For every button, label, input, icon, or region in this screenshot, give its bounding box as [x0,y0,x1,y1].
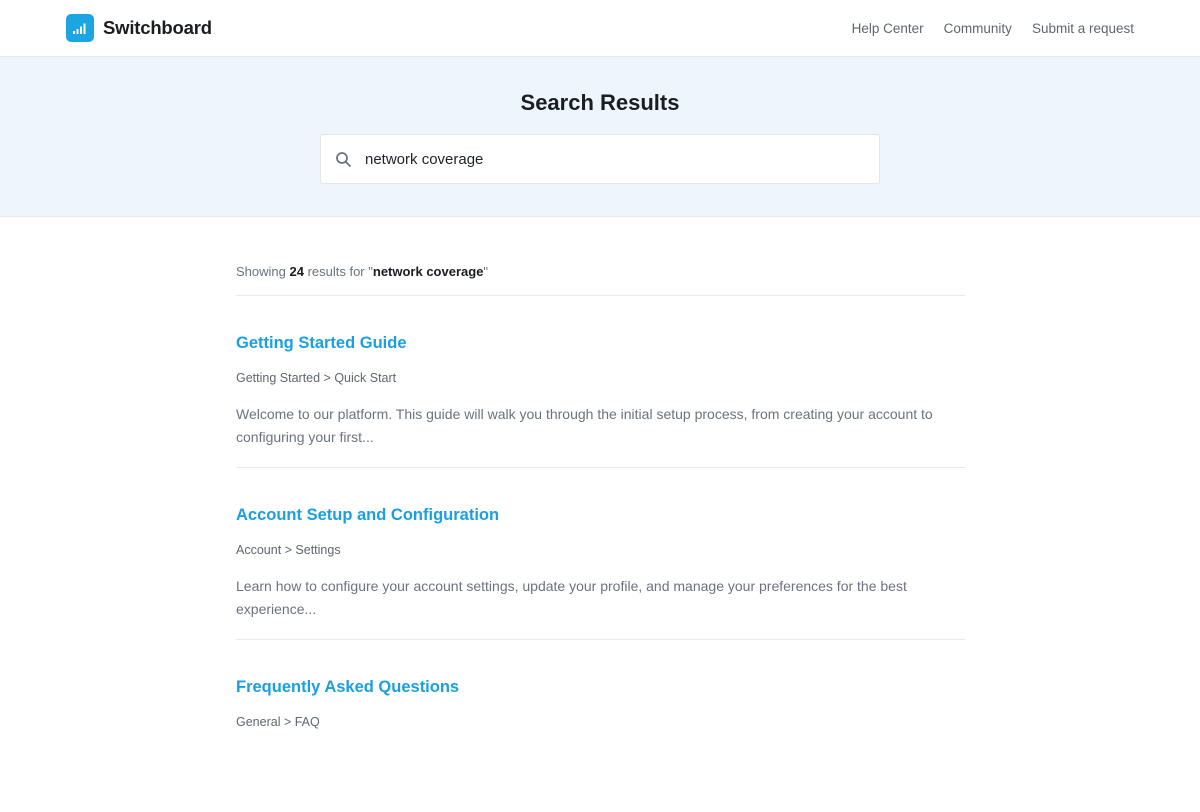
nav-community-link[interactable]: Community [944,21,1012,36]
result-item: Getting Started Guide Getting Started > … [236,296,965,468]
result-item: Frequently Asked Questions General > FAQ [236,640,965,812]
top-nav: Help Center Community Submit a request [852,0,1134,57]
site-header: Switchboard Help Center Community Submit… [0,0,1200,57]
page-title: Search Results [520,90,680,115]
results-summary: Showing 24 results for "network coverage… [236,264,965,296]
result-excerpt: Welcome to our platform. This guide will… [236,406,933,445]
result-title-link[interactable]: Account Setup and Configuration [236,506,499,525]
summary-suffix: " [483,264,489,279]
result-title-link[interactable]: Getting Started Guide [236,334,407,353]
result-breadcrumb: General > FAQ [236,715,320,729]
brand-name: Switchboard [103,17,212,38]
result-breadcrumb: Account > Settings [236,543,341,557]
result-item: Account Setup and Configuration Account … [236,468,965,640]
signal-bars-icon [66,14,94,42]
result-excerpt: Learn how to configure your account sett… [236,578,907,617]
search-input[interactable] [365,135,865,183]
search-hero: Search Results [0,57,1200,217]
result-title-link[interactable]: Frequently Asked Questions [236,678,459,697]
nav-submit-request-link[interactable]: Submit a request [1032,21,1134,36]
search-box [320,134,880,184]
summary-middle: results for " [303,264,373,279]
summary-prefix: Showing [236,264,290,279]
search-icon[interactable] [335,151,352,168]
results-query: network coverage [372,264,484,279]
brand-logo-link[interactable]: Switchboard [66,14,212,42]
result-breadcrumb: Getting Started > Quick Start [236,371,397,385]
results-count: 24 [289,264,304,279]
nav-help-center-link[interactable]: Help Center [852,21,924,36]
